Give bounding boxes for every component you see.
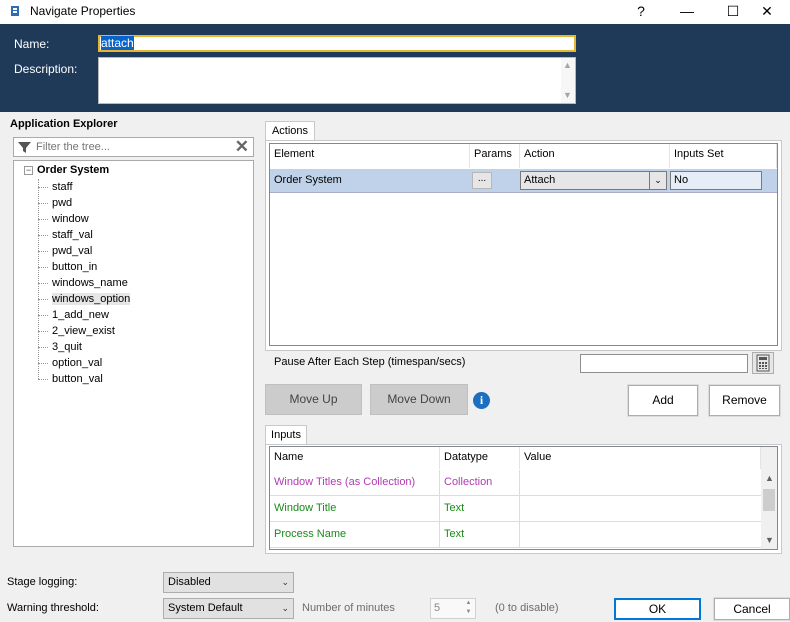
move-down-button[interactable]: Move Down	[370, 384, 468, 415]
input-name-cell: Process Name	[270, 522, 440, 548]
warning-threshold-label: Warning threshold:	[7, 602, 99, 614]
collapse-icon[interactable]: −	[24, 165, 33, 175]
tree-filter-input[interactable]	[36, 140, 226, 154]
table-row[interactable]: Window Titles (as Collection) Collection	[270, 470, 761, 496]
tree-item[interactable]: option_val	[37, 355, 102, 371]
stepper-arrows-icon[interactable]: ▲ ▼	[462, 599, 475, 618]
column-datatype[interactable]: Datatype	[440, 447, 520, 469]
move-up-button[interactable]: Move Up	[265, 384, 362, 415]
column-element[interactable]: Element	[270, 144, 470, 168]
title-bar: Navigate Properties ? — ☐ ✕	[0, 0, 790, 24]
tree-item[interactable]: 2_view_exist	[38, 323, 115, 339]
action-dropdown[interactable]: Attach ⌄	[520, 171, 667, 190]
name-label: Name:	[14, 37, 50, 51]
tree-filter[interactable]: ✕	[13, 137, 254, 157]
input-datatype-cell: Text	[440, 522, 520, 548]
input-name-cell: Window Titles (as Collection)	[270, 470, 440, 496]
chevron-down-icon[interactable]: ⌄	[281, 573, 289, 592]
tree-item[interactable]: pwd_val	[37, 243, 92, 259]
scroll-down-icon[interactable]: ▼	[563, 90, 572, 100]
tree-item[interactable]: windows_name	[38, 275, 128, 291]
close-button[interactable]: ✕	[744, 0, 790, 24]
tree-item[interactable]: button_val	[38, 371, 103, 387]
disable-hint: (0 to disable)	[495, 602, 559, 614]
name-value: attach	[101, 36, 134, 50]
column-inputs-set[interactable]: Inputs Set	[670, 144, 777, 168]
input-value-cell[interactable]	[520, 496, 761, 522]
tree-item[interactable]: pwd	[37, 195, 72, 211]
column-params[interactable]: Params	[470, 144, 520, 168]
tree-item[interactable]: staff	[38, 179, 73, 195]
tree-item[interactable]: window	[38, 211, 89, 227]
pause-label: Pause After Each Step (timespan/secs)	[274, 356, 466, 368]
ok-button[interactable]: OK	[614, 598, 701, 620]
number-of-minutes-label: Number of minutes	[302, 602, 395, 614]
name-input[interactable]: attach	[98, 35, 576, 52]
tree-item-selected[interactable]: windows_option	[37, 291, 131, 307]
input-datatype-cell: Collection	[440, 470, 520, 496]
tab-actions[interactable]: Actions	[265, 121, 315, 141]
scrollbar-thumb[interactable]	[763, 489, 775, 511]
window-title: Navigate Properties	[30, 4, 136, 18]
element-cell[interactable]: Order System	[270, 169, 470, 193]
table-row[interactable]: Window Title Text	[270, 496, 761, 522]
cancel-button[interactable]: Cancel	[714, 598, 790, 620]
column-value[interactable]: Value	[520, 447, 761, 469]
description-label: Description:	[14, 62, 78, 76]
scroll-up-icon[interactable]: ▲	[563, 60, 572, 70]
application-tree[interactable]: − Order System staff pwd window staff_val…	[13, 160, 254, 547]
warning-threshold-value: System Default	[168, 602, 243, 614]
chevron-down-icon[interactable]: ⌄	[649, 172, 666, 189]
calculator-button[interactable]	[752, 352, 774, 374]
minutes-value: 5	[434, 602, 441, 614]
warning-threshold-dropdown[interactable]: System Default ⌄	[163, 598, 294, 619]
column-name[interactable]: Name	[270, 447, 440, 469]
actions-grid[interactable]: Element Params Action Inputs Set Order S…	[269, 143, 778, 346]
minutes-stepper[interactable]: 5 ▲ ▼	[430, 598, 476, 619]
help-button[interactable]: ?	[618, 0, 664, 24]
input-name-cell: Window Title	[270, 496, 440, 522]
remove-button[interactable]: Remove	[709, 385, 780, 416]
inputs-grid[interactable]: Name Datatype Value Window Titles (as Co…	[269, 446, 778, 550]
description-scrollbar[interactable]: ▲ ▼	[561, 58, 575, 103]
params-button[interactable]: ...	[472, 172, 492, 189]
inputs-scrollbar[interactable]: ▲ ▼	[761, 447, 777, 549]
stage-logging-label: Stage logging:	[7, 576, 78, 588]
tree-root-order-system[interactable]: − Order System	[24, 164, 109, 179]
tree-connector	[38, 179, 39, 379]
minimize-button[interactable]: —	[664, 0, 710, 24]
table-row[interactable]: Process Name Text	[270, 522, 761, 548]
calculator-icon	[756, 354, 770, 372]
input-value-cell[interactable]	[520, 522, 761, 548]
inputs-set-cell[interactable]: No	[670, 171, 762, 190]
tree-item[interactable]: staff_val	[38, 227, 93, 243]
stage-logging-dropdown[interactable]: Disabled ⌄	[163, 572, 294, 593]
properties-header: Name: attach Description: ▲ ▼	[0, 24, 790, 112]
tab-inputs[interactable]: Inputs	[265, 425, 307, 445]
tree-item[interactable]: button_in	[37, 259, 97, 275]
stage-logging-value: Disabled	[168, 576, 211, 588]
app-icon	[11, 6, 19, 16]
scroll-down-icon[interactable]: ▼	[765, 535, 774, 545]
table-row[interactable]: Order System ... Attach ⌄ No	[270, 169, 777, 193]
input-datatype-cell: Text	[440, 496, 520, 522]
action-value: Attach	[524, 174, 556, 186]
scroll-up-icon[interactable]: ▲	[765, 473, 774, 483]
tree-root-label: Order System	[37, 164, 110, 176]
add-button[interactable]: Add	[628, 385, 698, 416]
tree-item[interactable]: 1_add_new	[38, 307, 109, 323]
column-action[interactable]: Action	[520, 144, 670, 168]
info-icon[interactable]: i	[473, 392, 490, 409]
application-explorer-title: Application Explorer	[10, 118, 118, 130]
input-value-cell[interactable]	[520, 470, 761, 496]
description-input[interactable]: ▲ ▼	[98, 57, 576, 104]
clear-filter-icon[interactable]: ✕	[235, 138, 249, 156]
chevron-down-icon[interactable]: ⌄	[281, 599, 289, 618]
pause-input[interactable]	[580, 354, 748, 373]
tree-item[interactable]: 3_quit	[38, 339, 82, 355]
filter-icon	[18, 142, 31, 153]
